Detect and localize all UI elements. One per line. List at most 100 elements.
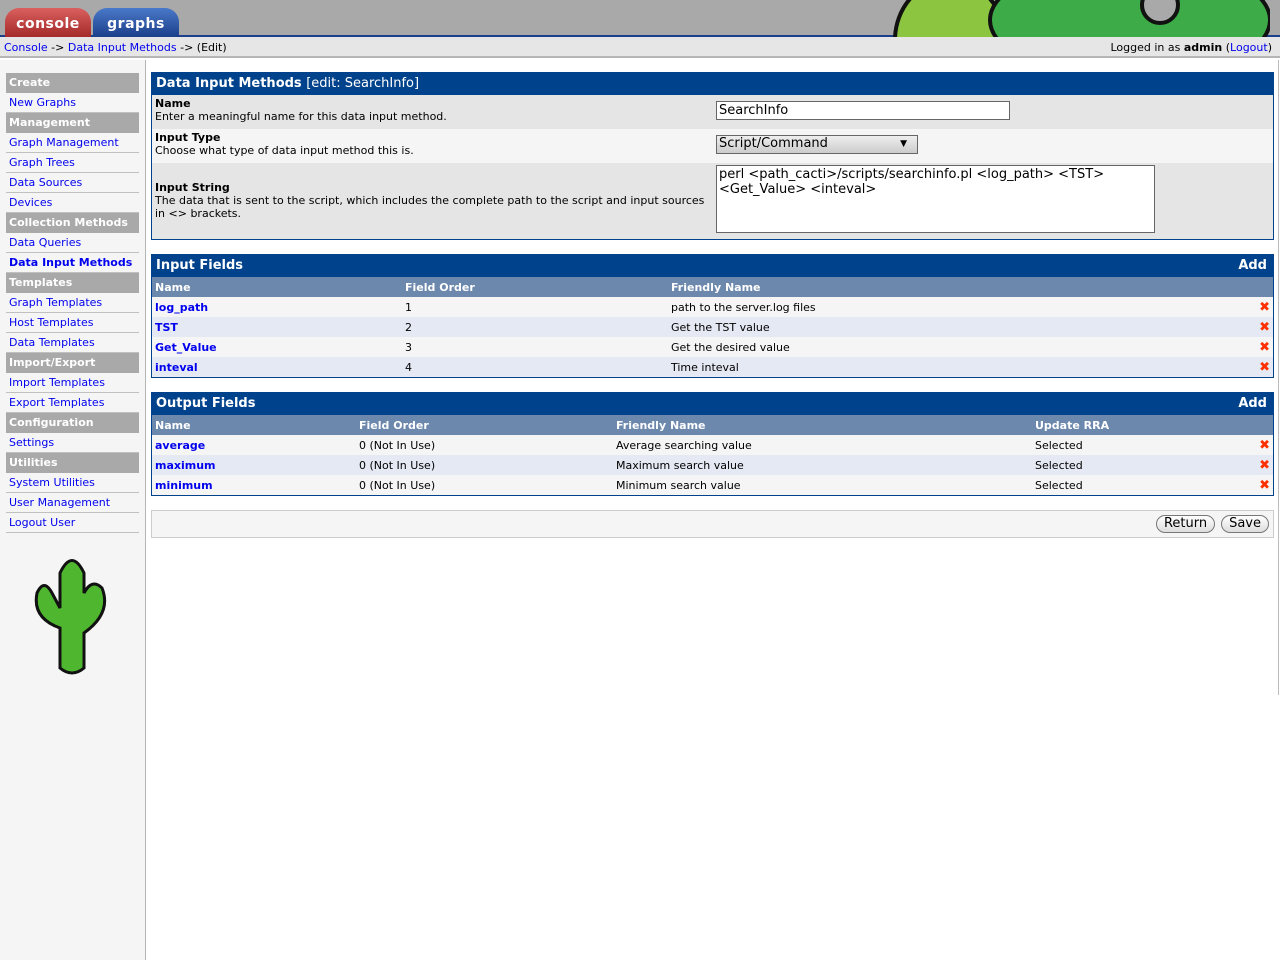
- input-type-label: Input Type: [155, 131, 221, 144]
- field-name-link[interactable]: minimum: [155, 479, 213, 492]
- top-banner: console graphs: [0, 0, 1280, 37]
- form-actions: Return Save: [151, 510, 1274, 538]
- delete-icon[interactable]: ✖: [1253, 317, 1273, 337]
- table-cell: 4: [402, 357, 668, 377]
- sidebar-item-export-templates[interactable]: Export Templates: [6, 393, 139, 413]
- table-cell: 0 (Not In Use): [356, 435, 613, 455]
- delete-icon[interactable]: ✖: [1253, 475, 1273, 495]
- breadcrumb-sep: ->: [180, 41, 194, 54]
- breadcrumb-console[interactable]: Console: [4, 41, 48, 54]
- table-row: minimum 0 (Not In Use) Minimum search valu…: [152, 475, 1273, 495]
- sidebar-item-graph-trees[interactable]: Graph Trees: [6, 153, 139, 173]
- add-input-field-button[interactable]: Add: [1238, 255, 1267, 277]
- sidebar-item-devices[interactable]: Devices: [6, 193, 139, 213]
- input-string-label: Input String: [155, 181, 230, 194]
- breadcrumb-data-input-methods[interactable]: Data Input Methods: [68, 41, 177, 54]
- table-cell: 3: [402, 337, 668, 357]
- return-button[interactable]: Return: [1155, 515, 1216, 533]
- column-header: Field Order: [356, 415, 613, 435]
- delete-icon[interactable]: ✖: [1253, 435, 1273, 455]
- login-prefix: Logged in as: [1110, 41, 1181, 54]
- delete-icon[interactable]: ✖: [1253, 357, 1273, 377]
- sidebar-item-settings[interactable]: Settings: [6, 433, 139, 453]
- table-cell: Time inteval: [668, 357, 1253, 377]
- login-status: Logged in as admin (Logout): [1110, 41, 1272, 54]
- table-cell: Selected: [1032, 475, 1253, 495]
- sidebar-item-data-sources[interactable]: Data Sources: [6, 173, 139, 193]
- table-cell: Get the TST value: [668, 317, 1253, 337]
- sidebar-item-graph-templates[interactable]: Graph Templates: [6, 293, 139, 313]
- input-string-textarea[interactable]: perl <path_cacti>/scripts/searchinfo.pl …: [716, 165, 1155, 233]
- table-cell: 2: [402, 317, 668, 337]
- input-type-desc: Choose what type of data input method th…: [155, 144, 414, 157]
- name-label: Name: [155, 97, 191, 110]
- field-name-link[interactable]: TST: [155, 321, 178, 334]
- breadcrumb-edit: (Edit): [196, 41, 227, 54]
- logout-link[interactable]: Logout: [1230, 41, 1268, 54]
- breadcrumb-sep: ->: [51, 41, 65, 54]
- name-desc: Enter a meaningful name for this data in…: [155, 110, 447, 123]
- sidebar-item-logout-user[interactable]: Logout User: [6, 513, 139, 533]
- save-button[interactable]: Save: [1221, 515, 1269, 533]
- table-cell: Selected: [1032, 435, 1253, 455]
- data-input-method-form: Data Input Methods [edit: SearchInfo] Na…: [151, 72, 1274, 240]
- delete-icon[interactable]: ✖: [1253, 337, 1273, 357]
- column-header: Name: [152, 415, 356, 435]
- sidebar-item-host-templates[interactable]: Host Templates: [6, 313, 139, 333]
- sidebar-item-data-queries[interactable]: Data Queries: [6, 233, 139, 253]
- column-header: Friendly Name: [668, 277, 1253, 297]
- input-type-select[interactable]: Script/Command ▼: [716, 135, 918, 154]
- field-name-link[interactable]: inteval: [155, 361, 198, 374]
- table-cell: path to the server.log files: [668, 297, 1253, 317]
- sidebar-item-data-templates[interactable]: Data Templates: [6, 333, 139, 353]
- output-fields-table: Output Fields Add Name Field Order Friend…: [151, 392, 1274, 496]
- output-fields-title: Output Fields: [156, 396, 256, 411]
- column-header: Update RRA: [1032, 415, 1253, 435]
- sidebar-item-data-input-methods[interactable]: Data Input Methods: [6, 253, 139, 273]
- input-fields-table: Input Fields Add Name Field Order Friendl…: [151, 254, 1274, 378]
- dropdown-arrow-icon: ▼: [900, 139, 907, 149]
- input-string-desc: The data that is sent to the script, whi…: [155, 194, 705, 220]
- table-cell: Get the desired value: [668, 337, 1253, 357]
- sidebar-header: Management: [6, 113, 139, 133]
- table-cell: Minimum search value: [613, 475, 1032, 495]
- field-name-link[interactable]: log_path: [155, 301, 208, 314]
- table-row: maximum 0 (Not In Use) Maximum search valu…: [152, 455, 1273, 475]
- sidebar: Create New Graphs Management Graph Manageme…: [0, 60, 146, 960]
- sidebar-item-import-templates[interactable]: Import Templates: [6, 373, 139, 393]
- sidebar-header: Configuration: [6, 413, 139, 433]
- table-row: log_path 1 path to the server.log files ✖: [152, 297, 1273, 317]
- table-row: Get_Value 3 Get the desired value ✖: [152, 337, 1273, 357]
- table-row: inteval 4 Time inteval ✖: [152, 357, 1273, 377]
- sidebar-item-user-management[interactable]: User Management: [6, 493, 139, 513]
- field-name-link[interactable]: Get_Value: [155, 341, 217, 354]
- sidebar-item-graph-management[interactable]: Graph Management: [6, 133, 139, 153]
- name-input[interactable]: [716, 101, 1010, 120]
- input-fields-title: Input Fields: [156, 258, 244, 273]
- column-header: Friendly Name: [613, 415, 1032, 435]
- sidebar-item-system-utilities[interactable]: System Utilities: [6, 473, 139, 493]
- add-output-field-button[interactable]: Add: [1238, 393, 1267, 415]
- cactus-logo: [34, 559, 107, 675]
- tab-graphs[interactable]: graphs: [93, 8, 179, 37]
- form-header: Data Input Methods [edit: SearchInfo]: [152, 73, 1273, 95]
- field-name-link[interactable]: average: [155, 439, 205, 452]
- table-row: average 0 (Not In Use) Average searching v…: [152, 435, 1273, 455]
- table-cell: 0 (Not In Use): [356, 455, 613, 475]
- column-header: Field Order: [402, 277, 668, 297]
- field-name-link[interactable]: maximum: [155, 459, 216, 472]
- table-cell: 1: [402, 297, 668, 317]
- table-cell: 0 (Not In Use): [356, 475, 613, 495]
- delete-icon[interactable]: ✖: [1253, 297, 1273, 317]
- page-edge: [1278, 60, 1279, 695]
- main-content: Data Input Methods [edit: SearchInfo] Na…: [151, 72, 1274, 538]
- cactus-banner-logo: [893, 0, 1270, 37]
- table-cell: Average searching value: [613, 435, 1032, 455]
- sidebar-header: Templates: [6, 273, 139, 293]
- form-subtitle: [edit: SearchInfo]: [306, 76, 420, 91]
- tab-console[interactable]: console: [5, 8, 91, 37]
- column-header: Name: [152, 277, 402, 297]
- delete-icon[interactable]: ✖: [1253, 455, 1273, 475]
- sidebar-header: Utilities: [6, 453, 139, 473]
- sidebar-item-new-graphs[interactable]: New Graphs: [6, 93, 139, 113]
